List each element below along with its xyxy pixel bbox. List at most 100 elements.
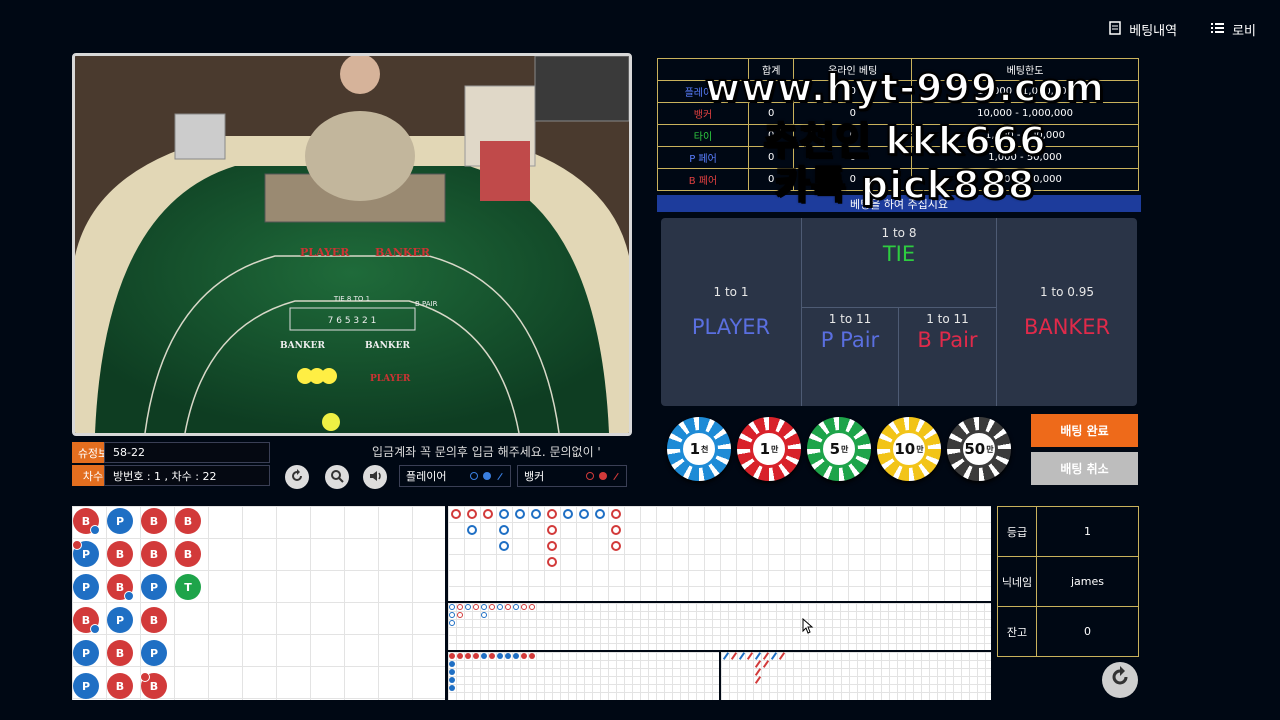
bead-B: B [107, 640, 133, 666]
bead-B: B [141, 508, 167, 534]
chip-50만[interactable]: 50 만 [947, 417, 1011, 481]
big-road-player-ring [499, 525, 509, 535]
refresh-balance-button[interactable] [1102, 662, 1138, 698]
big-eye-ring [457, 604, 463, 610]
user-info-table: 등급 1 닉네임 james 잔고 0 [997, 506, 1139, 657]
chip-5만[interactable]: 5만 [807, 417, 871, 481]
cockroach-slash [730, 652, 738, 660]
pair-marker [124, 591, 134, 601]
zoom-icon [330, 468, 344, 487]
bead-P: P [73, 673, 99, 699]
tie-bet-label: TIE [882, 242, 916, 266]
small-road-dot [513, 653, 519, 659]
pair-marker [72, 540, 82, 550]
bead-road: BPBBPBBBPBPTBPBPBPPBB [72, 506, 445, 700]
big-eye-ring [457, 612, 463, 618]
bead-P: P [72, 540, 99, 567]
big-road-banker-ring [611, 541, 621, 551]
big-road-player-ring [579, 509, 589, 519]
banker-ring-marker [586, 472, 594, 480]
notice-ticker: 입금계좌 꼭 문의후 입금 해주세요. 문의없이 ' [372, 445, 601, 459]
cockroach-slash [762, 652, 770, 660]
cockroach-road [721, 652, 991, 700]
big-road-banker-ring [547, 541, 557, 551]
bead-P: P [107, 508, 133, 534]
confirm-bet-button[interactable]: 배팅 완료 [1031, 414, 1138, 447]
nickname-value: james [1036, 556, 1139, 607]
cockroach-slash [722, 652, 730, 660]
small-road-dot [481, 653, 487, 659]
cockroach-slash [754, 668, 762, 676]
zoom-button[interactable] [325, 465, 349, 489]
big-eye-ring [521, 604, 527, 610]
chip-10만[interactable]: 10 만 [877, 417, 941, 481]
cockroach-slash [746, 652, 754, 660]
big-road-banker-ring [547, 525, 557, 535]
banker-dot-marker [599, 472, 607, 480]
big-road-banker-ring [483, 509, 493, 519]
lobby-link[interactable]: 로비 [1211, 20, 1256, 39]
banker-predict-box[interactable]: 뱅커 [517, 465, 627, 487]
bet-history-link[interactable]: 베팅내역 [1109, 20, 1177, 39]
small-road-dot [473, 653, 479, 659]
banker-bet-zone[interactable]: 1 to 0.95 BANKER [997, 218, 1137, 406]
player-bet-zone[interactable]: 1 to 1 PLAYER [661, 218, 801, 406]
player-predict-label: 플레이어 [406, 470, 447, 483]
small-road-dot [497, 653, 503, 659]
bead-P: P [107, 607, 133, 633]
sound-button[interactable] [363, 465, 387, 489]
pair-marker [90, 624, 100, 634]
tie-bet-zone[interactable]: 1 to 8 TIE [802, 218, 996, 307]
shoe-info-value: 58-22 [104, 442, 270, 463]
big-eye-ring [449, 612, 455, 618]
live-video-feed: TIE 8 TO 1 7 6 5 3 2 1 PLAYER BANKER BAN… [72, 53, 632, 436]
small-road-dot [465, 653, 471, 659]
big-road-banker-ring [611, 509, 621, 519]
big-eye-ring [481, 604, 487, 610]
bead-T: T [175, 574, 201, 600]
player-pair-label: P Pair [820, 328, 880, 352]
player-ring-marker [470, 472, 478, 480]
cockroach-slash [738, 652, 746, 660]
list-icon [1211, 22, 1225, 38]
round-value: 방번호 : 1 , 차수 : 22 [104, 465, 270, 486]
cockroach-slash [754, 660, 762, 668]
chip-unit: 만 [916, 444, 924, 454]
bead-B: B [140, 672, 167, 699]
watermark-contact: 카톡 pick888 [774, 162, 1036, 208]
bead-B: B [107, 673, 133, 699]
player-pair-bet-zone[interactable]: 1 to 11 P Pair [802, 308, 898, 406]
document-icon [1109, 20, 1121, 39]
small-road [448, 652, 719, 700]
big-eye-ring [513, 604, 519, 610]
banker-slash-marker [613, 472, 619, 480]
felt-tie-numbers: 7 6 5 3 2 1 [328, 316, 377, 326]
cockroach-slash [754, 652, 762, 660]
chip-unit: 만 [986, 444, 994, 454]
felt-player-label: PLAYER [300, 246, 350, 259]
chip-1천[interactable]: 1천 [667, 417, 731, 481]
watermark-url: www.hyt-999.com [704, 65, 1106, 111]
chip-value: 10 [894, 440, 916, 458]
baccarat-table-image: TIE 8 TO 1 7 6 5 3 2 1 PLAYER BANKER BAN… [75, 56, 629, 433]
cancel-bet-button[interactable]: 배팅 취소 [1031, 452, 1138, 485]
chip-unit: 천 [701, 444, 709, 454]
refresh-video-button[interactable] [285, 465, 309, 489]
big-road-banker-ring [547, 509, 557, 519]
banker-pair-bet-zone[interactable]: 1 to 11 B Pair [899, 308, 996, 406]
small-road-dot [449, 677, 455, 683]
player-predict-box[interactable]: 플레이어 [399, 465, 511, 487]
small-road-dot [449, 653, 455, 659]
big-eye-ring [473, 604, 479, 610]
big-road-player-ring [531, 509, 541, 519]
big-eye-ring [449, 620, 455, 626]
big-road-banker-ring [547, 557, 557, 567]
chip-1만[interactable]: 1만 [737, 417, 801, 481]
bead-P: P [73, 574, 99, 600]
big-eye-ring [529, 604, 535, 610]
big-eye-road [448, 603, 991, 650]
refresh-icon [1109, 666, 1131, 694]
bead-B: B [73, 508, 100, 535]
big-eye-ring [497, 604, 503, 610]
pair-marker [140, 672, 150, 682]
